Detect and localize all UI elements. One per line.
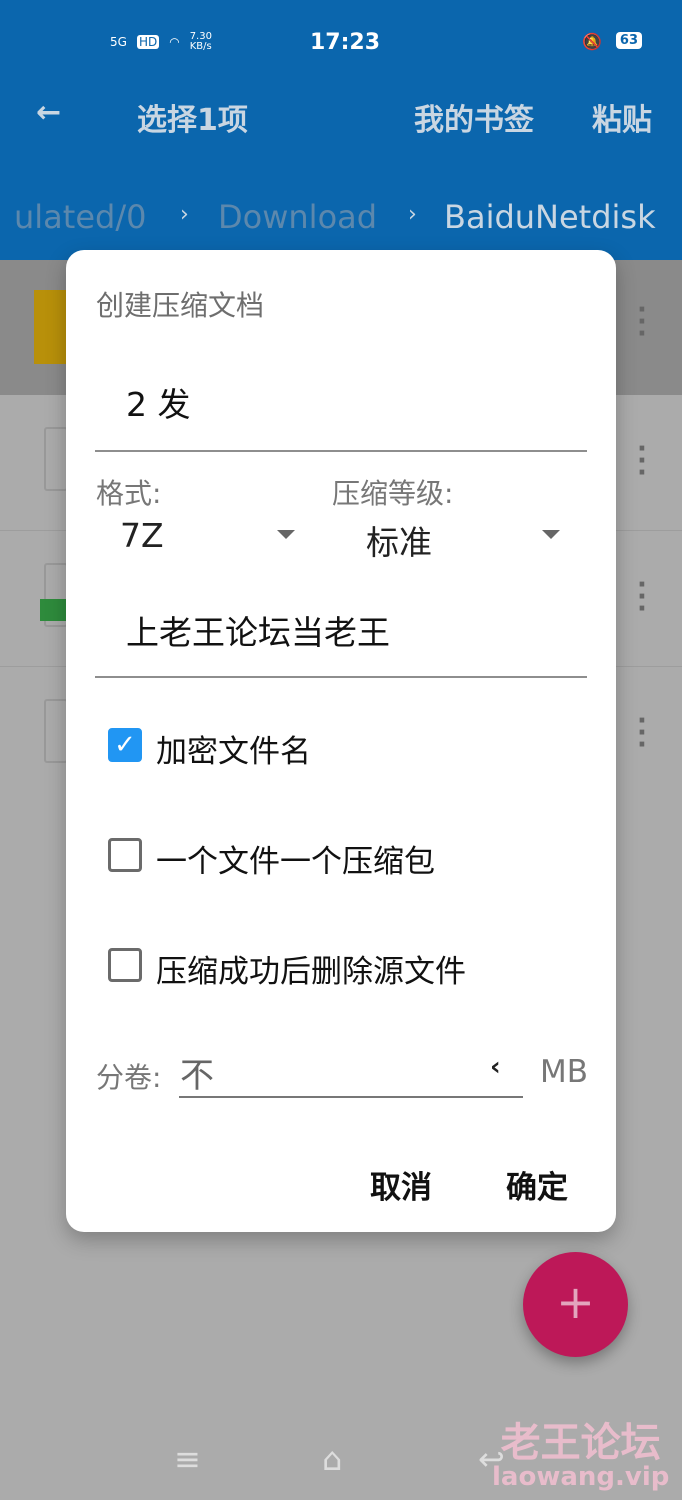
breadcrumb-item[interactable]: ulated/0 [14,198,146,236]
more-options-icon[interactable]: · · · [637,297,647,347]
split-label: 分卷: [96,1061,162,1094]
page-title: 选择1项 [137,103,248,138]
cancel-button[interactable]: 取消 [370,1162,432,1207]
network-speed: 7.30 KB/s [189,31,212,52]
password-underline [95,676,587,678]
unknown-file-icon [44,427,68,491]
clock: 17:23 [310,30,381,55]
more-options-icon[interactable]: · · · [637,436,647,486]
format-label: 格式: [96,477,162,510]
bookmarks-button[interactable]: 我的书签 [414,95,534,139]
watermark-logo: 老王论坛 laowang.vip [492,1420,670,1492]
level-value: 标准 [366,523,432,562]
breadcrumb-item[interactable]: Download [218,198,377,236]
ok-button[interactable]: 确定 [506,1162,568,1207]
format-value: 7Z [120,516,164,555]
chevron-right-icon: › [180,202,189,227]
one-archive-per-file-checkbox[interactable] [108,838,142,872]
home-nav-icon[interactable]: ⌂ [322,1440,342,1478]
mute-icon: 🔕 [582,32,602,51]
dialog-title: 创建压缩文档 [96,289,265,322]
password-input[interactable]: 上老王论坛当老王 [126,606,390,654]
unknown-file-icon [44,699,68,763]
app-header: 5G HD ◠ 7.30 KB/s 17:23 🔕 63 ← 选择1项 我的书签… [0,0,682,260]
create-archive-dialog: 创建压缩文档 2 发 格式: 压缩等级: 7Z 标准 上老王论坛当老王 ✓ 加密… [66,250,616,1232]
chevron-right-icon: › [408,202,417,227]
level-label: 压缩等级: [332,477,454,510]
status-bar: 5G HD ◠ 7.30 KB/s 17:23 🔕 63 [0,28,682,58]
more-options-icon[interactable]: · · · [637,572,647,622]
one-archive-per-file-label: 一个文件一个压缩包 [156,844,435,880]
more-options-icon[interactable]: · · · [637,708,647,758]
paste-button[interactable]: 粘贴 [592,95,652,139]
dropdown-arrow-icon [542,530,560,539]
menu-nav-icon[interactable]: ≡ [174,1440,201,1478]
delete-source-label: 压缩成功后删除源文件 [156,954,466,990]
dropdown-arrow-icon [277,530,295,539]
hd-icon: HD [136,35,160,49]
encrypt-filenames-label: 加密文件名 [156,734,311,770]
split-unit: MB [540,1054,589,1090]
wifi-icon: ◠ [169,35,180,49]
back-arrow-icon[interactable]: ← [36,95,61,130]
encrypt-filenames-checkbox[interactable]: ✓ [108,728,142,762]
signal-icon: 5G [110,35,127,49]
split-size-input[interactable]: 不 [180,1048,214,1097]
archive-name-input[interactable]: 2 发 [126,378,191,426]
delete-source-checkbox[interactable] [108,948,142,982]
chevron-left-icon[interactable]: ‹ [490,1052,501,1082]
breadcrumb-item-current[interactable]: BaiduNetdisk [444,198,656,236]
archive-name-underline [95,450,587,452]
split-size-underline [179,1096,523,1098]
add-fab-button[interactable]: + [523,1252,628,1357]
file-type-badge [40,599,66,621]
battery-indicator: 63 [615,32,642,49]
